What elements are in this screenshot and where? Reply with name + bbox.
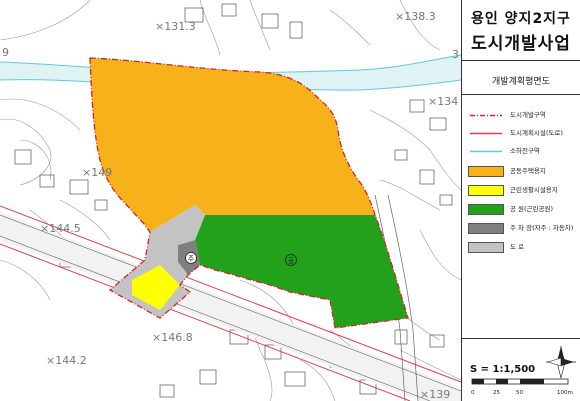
legend-item-boundary: 도시개발구역 (468, 110, 578, 122)
legend-item-park: 공 원(근린공원) (468, 204, 578, 216)
boundary-swatch (470, 114, 502, 117)
legend-label: 공동주택용지 (510, 167, 546, 175)
commercial-swatch (468, 185, 504, 196)
north-arrow-icon (546, 346, 576, 379)
title-line-1: 용인 양지2지구 (471, 11, 571, 27)
scale-ratio: S = 1:1,500 (470, 364, 536, 375)
edge-label-9: 9 (2, 46, 9, 59)
elevation-label-3: ×134 (428, 95, 458, 108)
legend-item-road-facility: 도시계획시설(도로) (468, 128, 578, 140)
elevation-label-5: ×144.5 (40, 222, 81, 235)
legend-item-stream: 소하천구역 (468, 146, 578, 158)
legend-panel: 용인 양지2지구 도시개발사업 개발계획평면도 도시개발구역 도시계획시설(도로… (461, 0, 580, 401)
road-facility-swatch (470, 132, 502, 135)
scale-tick-100: 100m (557, 390, 573, 396)
legend-label: 공 원(근린공원) (510, 205, 554, 213)
road-swatch (468, 242, 504, 253)
legend-label: 도시계획시설(도로) (510, 129, 563, 137)
legend-divider-top (462, 94, 580, 95)
legend-label: 주 차 장(자주 : 자동차) (510, 224, 574, 232)
park-swatch (468, 204, 504, 215)
elevation-label-8: ×139 (420, 388, 450, 401)
legend-item-commercial: 근린생활시설용지 (468, 185, 578, 197)
legend-item-road: 도 로 (468, 242, 578, 254)
scale-tick-25: 25 (493, 390, 500, 396)
scale-tick-50: 50 (516, 390, 523, 396)
legend-label: 도 로 (510, 243, 525, 251)
legend-divider-bottom (462, 338, 580, 339)
title-divider (462, 60, 580, 61)
edge-label-3: 3 (452, 48, 459, 61)
map-figure: 주 공 ×131.3 ×138.3 ×134 ×149 ×144.5 ×146.… (0, 0, 580, 401)
legend-item-apartment: 공동주택용지 (468, 166, 578, 178)
legend-label: 도시개발구역 (510, 111, 546, 119)
elevation-label-1: ×131.3 (155, 20, 196, 33)
scale-tick-0: 0 (471, 390, 475, 396)
parking-swatch (468, 223, 504, 234)
legend-label: 소하천구역 (510, 147, 540, 155)
park-mark: 공 (288, 257, 295, 265)
parking-mark: 주 (188, 255, 195, 263)
elevation-label-4: ×149 (82, 166, 112, 179)
apartment-swatch (468, 166, 504, 177)
plan-subtitle: 개발계획평면도 (492, 77, 550, 87)
elevation-label-6: ×146.8 (152, 331, 193, 344)
elevation-label-7: ×144.2 (46, 354, 87, 367)
parking-symbol: 주 (185, 252, 197, 264)
stream-swatch (470, 150, 502, 153)
legend-label: 근린생활시설용지 (510, 186, 558, 194)
elevation-label-2: ×138.3 (395, 10, 436, 23)
title-line-2: 도시개발사업 (471, 34, 571, 54)
legend-item-parking: 주 차 장(자주 : 자동차) (468, 223, 578, 235)
scale-bar: 0 25 50 100m (471, 378, 573, 396)
